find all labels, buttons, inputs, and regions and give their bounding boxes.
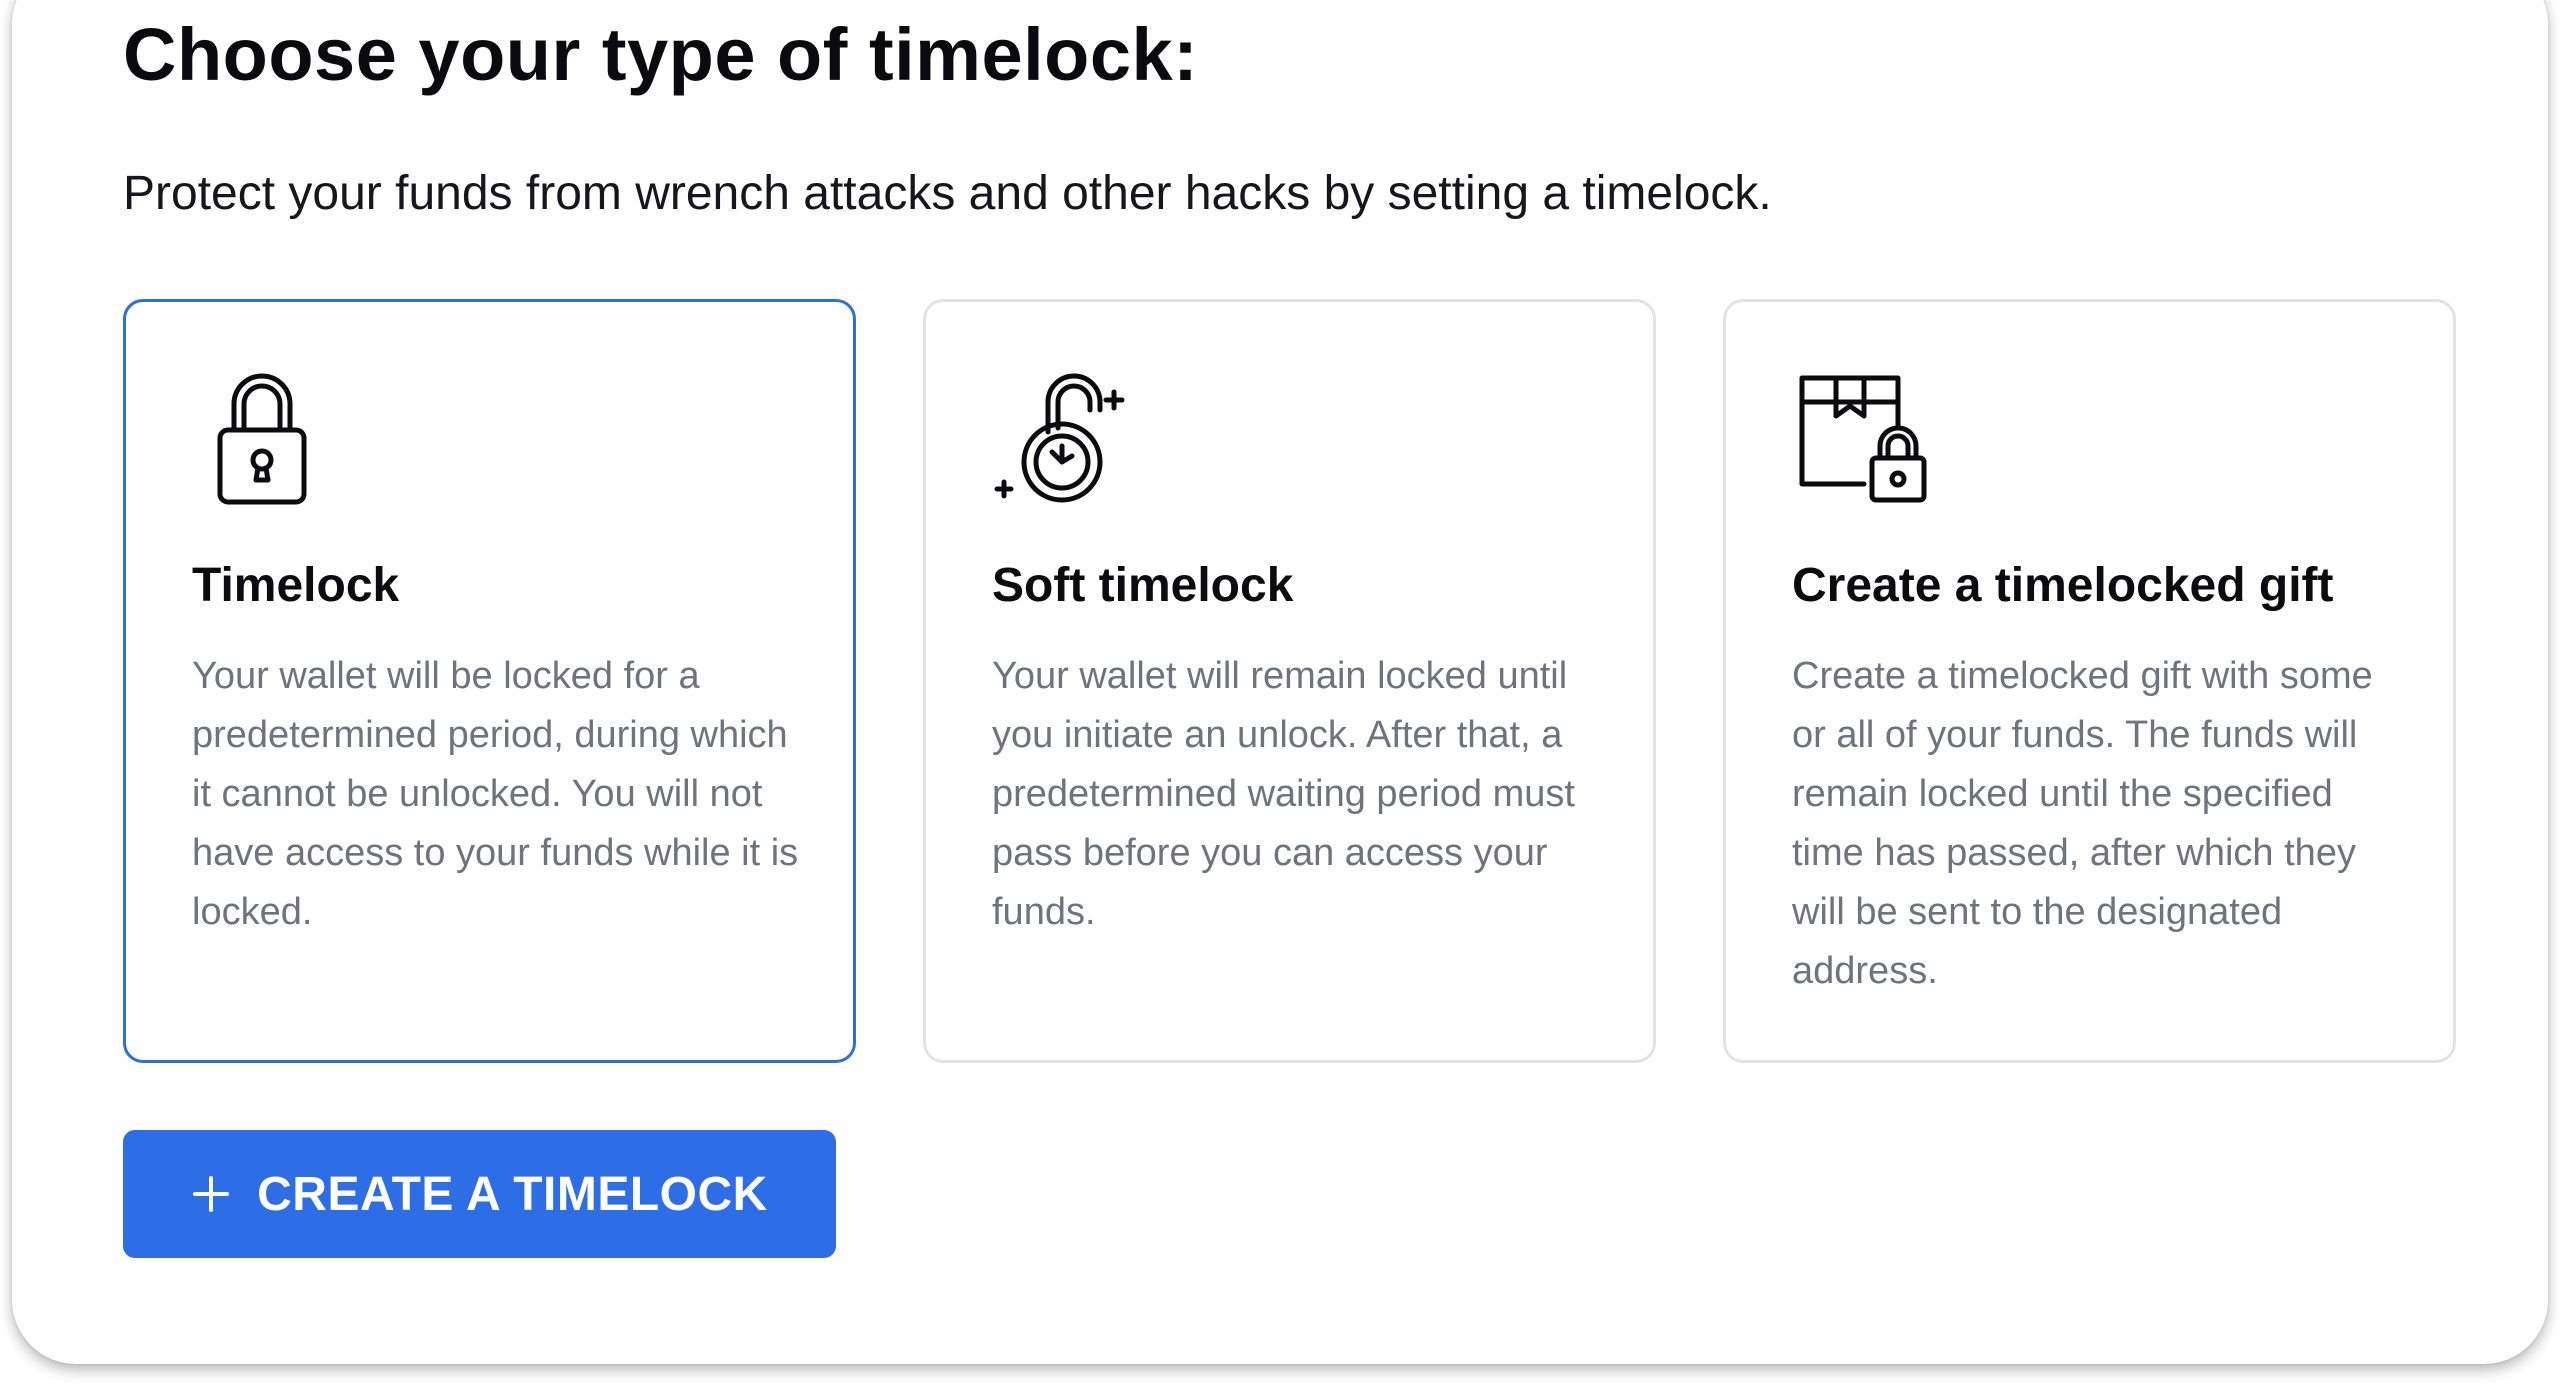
timelock-type-panel: Choose your type of timelock: Protect yo… [12,0,2548,1364]
option-title: Timelock [192,559,400,612]
option-card-soft-timelock[interactable]: Soft timelock Your wallet will remain lo… [923,299,1656,1063]
option-title: Soft timelock [992,559,1294,612]
create-timelock-button[interactable]: CREATE A TIMELOCK [123,1130,836,1258]
page-title: Choose your type of timelock: [123,13,1199,96]
create-timelock-label: CREATE A TIMELOCK [257,1167,768,1221]
option-description: Your wallet will be locked for a predete… [192,655,799,933]
padlock-icon [192,366,332,506]
option-card-timelocked-gift[interactable]: Create a timelocked gift Create a timelo… [1723,299,2456,1063]
locked-gift-box-icon [1792,366,1932,506]
option-title: Create a timelocked gift [1792,559,2334,612]
timer-padlock-icon [992,366,1132,506]
option-card-timelock[interactable]: Timelock Your wallet will be locked for … [123,299,856,1063]
option-description: Your wallet will remain locked until you… [992,655,1575,933]
plus-icon [193,1176,230,1212]
option-description: Create a timelocked gift with some or al… [1792,655,2373,992]
page-subtitle: Protect your funds from wrench attacks a… [123,167,1772,220]
